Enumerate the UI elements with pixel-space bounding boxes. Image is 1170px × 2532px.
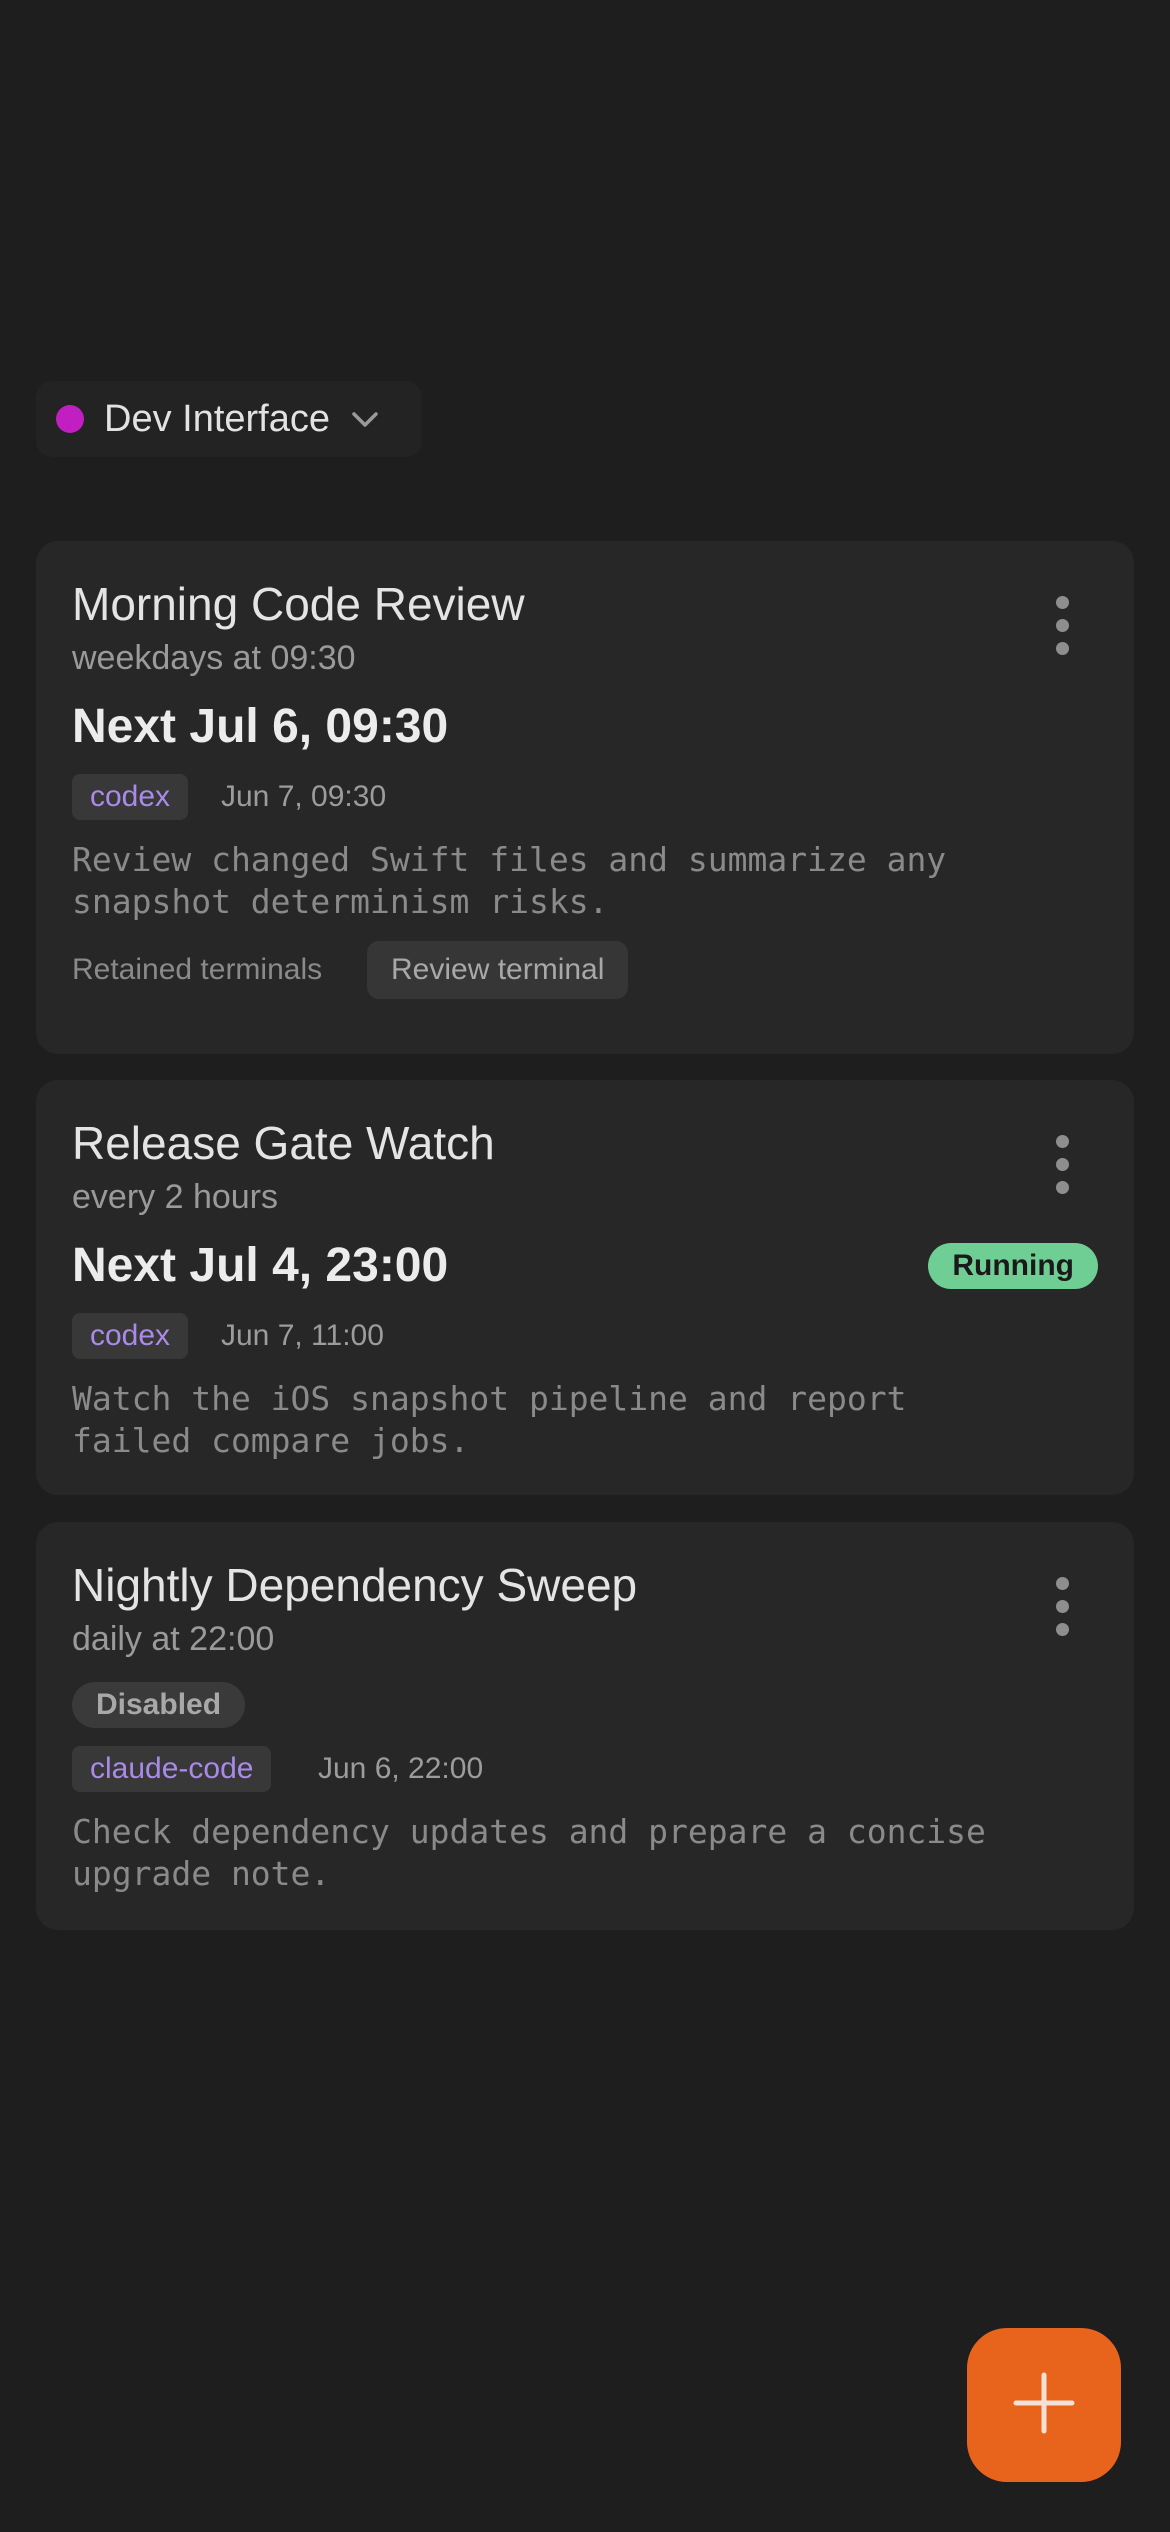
retained-terminals-label: Retained terminals bbox=[72, 953, 323, 986]
last-run-date: Jun 7, 09:30 bbox=[221, 780, 387, 813]
task-schedule: weekdays at 09:30 bbox=[72, 639, 356, 677]
status-badge-running: Running bbox=[928, 1243, 1098, 1289]
more-options-icon[interactable] bbox=[1032, 1566, 1092, 1646]
task-title: Release Gate Watch bbox=[72, 1117, 495, 1169]
add-task-button[interactable] bbox=[967, 2328, 1121, 2482]
plus-icon bbox=[1012, 2371, 1076, 2440]
more-options-icon[interactable] bbox=[1032, 1124, 1092, 1204]
task-schedule: daily at 22:00 bbox=[72, 1620, 275, 1658]
workspace-color-dot bbox=[56, 405, 84, 433]
last-run-date: Jun 6, 22:00 bbox=[318, 1752, 484, 1785]
agent-chip: codex bbox=[72, 1313, 189, 1359]
task-title: Nightly Dependency Sweep bbox=[72, 1559, 638, 1611]
task-description: Check dependency updates and prepare a c… bbox=[72, 1812, 986, 1893]
workspace-selector[interactable]: Dev Interface bbox=[36, 381, 422, 457]
review-terminal-button[interactable]: Review terminal bbox=[367, 941, 629, 999]
chevron-down-icon bbox=[348, 402, 382, 436]
task-next-run: Next Jul 6, 09:30 bbox=[72, 700, 449, 753]
task-card[interactable]: Morning Code Review weekdays at 09:30 Ne… bbox=[36, 541, 1134, 1054]
more-options-icon[interactable] bbox=[1032, 585, 1092, 665]
task-description: Watch the iOS snapshot pipeline and repo… bbox=[72, 1379, 907, 1460]
task-schedule: every 2 hours bbox=[72, 1178, 278, 1216]
agent-chip: codex bbox=[72, 774, 189, 820]
status-badge-disabled: Disabled bbox=[72, 1682, 246, 1728]
task-next-run: Next Jul 4, 23:00 bbox=[72, 1239, 449, 1292]
agent-chip: claude-code bbox=[72, 1746, 272, 1792]
last-run-date: Jun 7, 11:00 bbox=[221, 1319, 384, 1352]
workspace-label: Dev Interface bbox=[104, 397, 330, 440]
task-title: Morning Code Review bbox=[72, 578, 525, 630]
task-card[interactable]: Release Gate Watch every 2 hours Next Ju… bbox=[36, 1080, 1134, 1495]
task-description: Review changed Swift files and summarize… bbox=[72, 840, 947, 921]
task-card[interactable]: Nightly Dependency Sweep daily at 22:00 … bbox=[36, 1522, 1134, 1930]
